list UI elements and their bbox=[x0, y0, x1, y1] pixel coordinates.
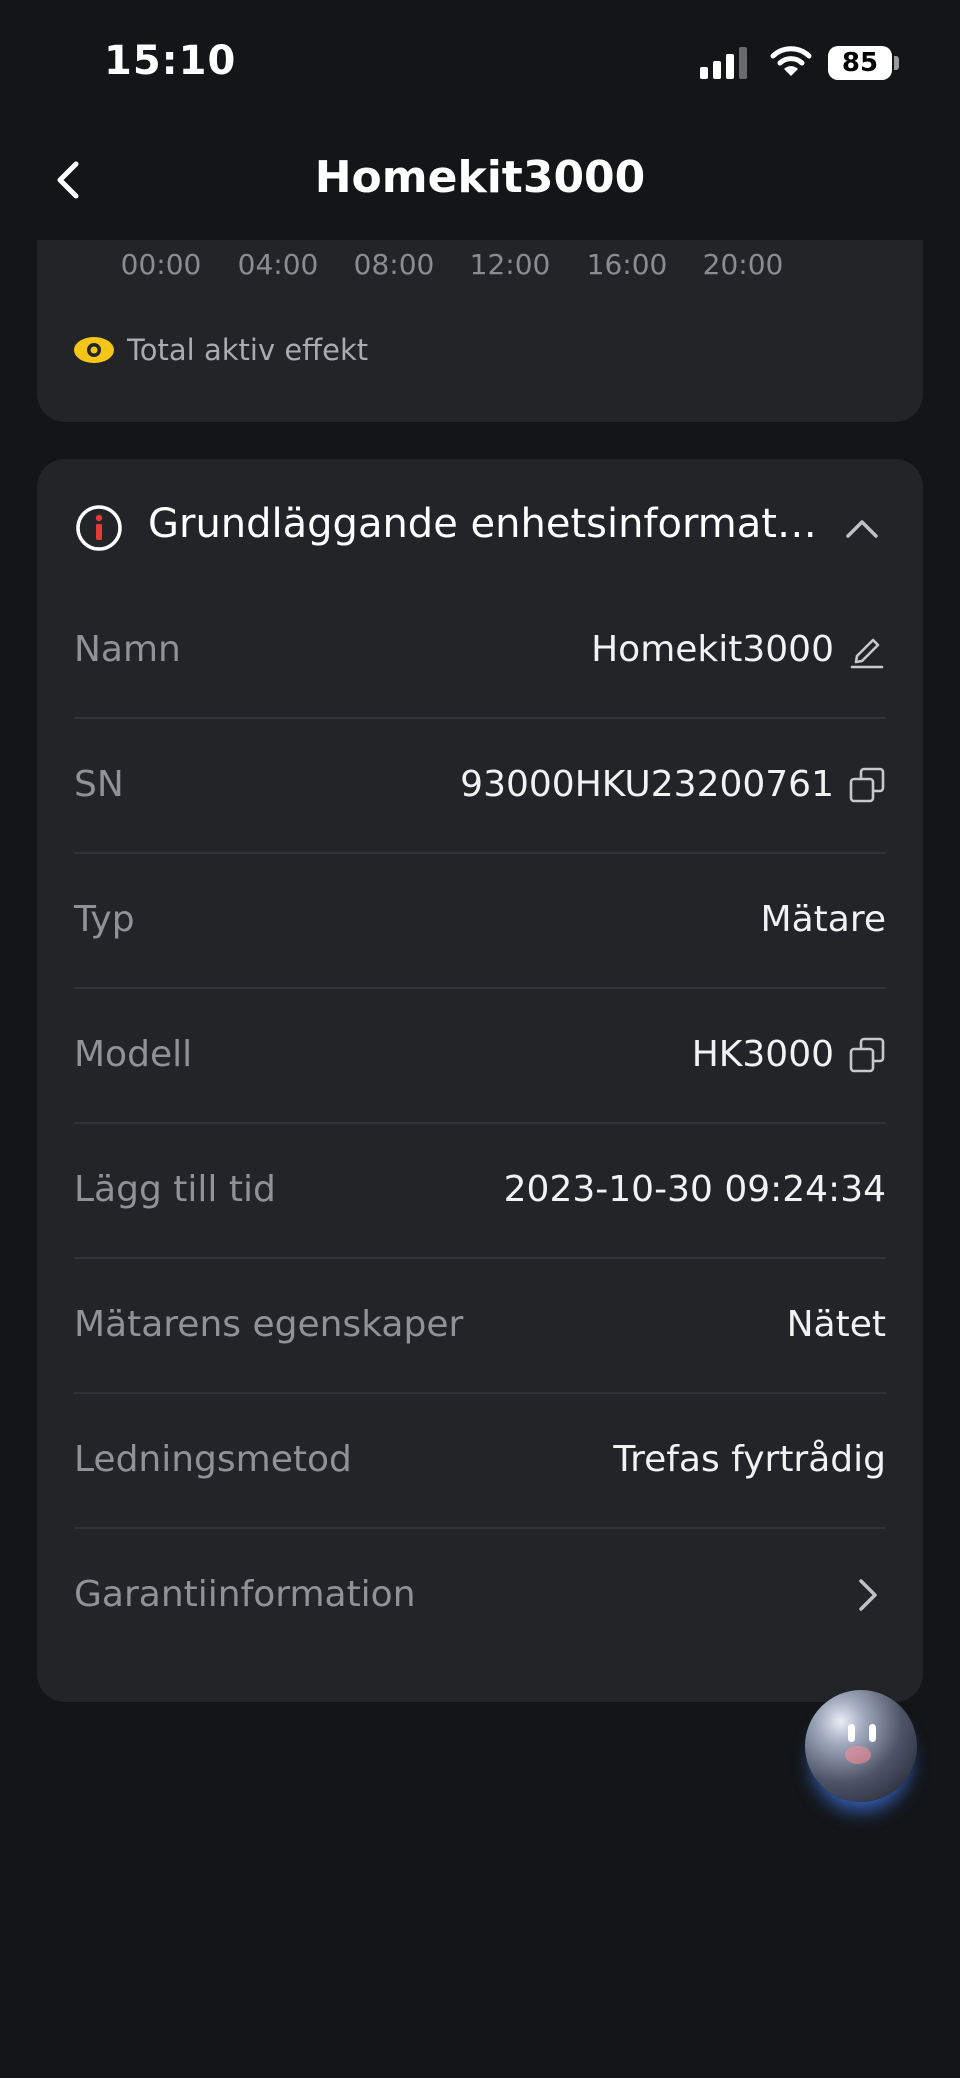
status-bar: 15:10 85 bbox=[0, 0, 960, 120]
x-tick-0000: 00:00 bbox=[120, 248, 202, 281]
added-time-label: Lägg till tid bbox=[74, 1169, 276, 1210]
model-label: Modell bbox=[74, 1034, 193, 1075]
edit-icon[interactable] bbox=[848, 631, 886, 669]
sn-value: 93000HKU23200761 bbox=[460, 764, 834, 805]
warranty-value-group bbox=[834, 1527, 886, 1662]
copy-icon[interactable] bbox=[848, 766, 886, 804]
page-title: Homekit3000 bbox=[314, 152, 646, 203]
info-row-type: Typ Mätare bbox=[74, 852, 886, 989]
type-value-group: Mätare bbox=[761, 852, 886, 987]
added-time-value: 2023-10-30 09:24:34 bbox=[503, 1169, 886, 1210]
navigation-bar: Homekit3000 bbox=[0, 120, 960, 240]
x-tick-2000: 20:00 bbox=[702, 248, 784, 281]
wifi-icon bbox=[770, 46, 812, 76]
chevron-up-icon[interactable] bbox=[842, 509, 882, 549]
status-time: 15:10 bbox=[104, 38, 237, 84]
signal-icon bbox=[700, 47, 750, 79]
info-row-wiring-method: Ledningsmetod Trefas fyrtrådig bbox=[74, 1392, 886, 1529]
battery-icon: 85 bbox=[828, 46, 892, 80]
assistant-blush bbox=[845, 1746, 871, 1764]
copy-icon[interactable] bbox=[848, 1036, 886, 1074]
meter-properties-value: Nätet bbox=[786, 1304, 886, 1345]
wiring-method-value: Trefas fyrtrådig bbox=[613, 1439, 886, 1480]
info-icon bbox=[76, 505, 122, 551]
added-time-value-group: 2023-10-30 09:24:34 bbox=[504, 1122, 886, 1257]
assistant-left-eye bbox=[848, 1724, 855, 1742]
info-row-sn: SN 93000HKU23200761 bbox=[74, 717, 886, 854]
model-value: HK3000 bbox=[691, 1034, 834, 1075]
info-row-name: Namn Homekit3000 bbox=[74, 582, 886, 719]
assistant-bubble-button[interactable] bbox=[805, 1690, 917, 1802]
name-label: Namn bbox=[74, 629, 181, 670]
x-tick-0800: 08:00 bbox=[353, 248, 435, 281]
info-row-added-time: Lägg till tid 2023-10-30 09:24:34 bbox=[74, 1122, 886, 1259]
device-info-header[interactable]: Grundläggande enhetsinformat… bbox=[37, 459, 923, 589]
chart-x-axis: 00:00 04:00 08:00 12:00 16:00 20:00 bbox=[37, 248, 923, 288]
info-row-model: Modell HK3000 bbox=[74, 987, 886, 1124]
model-value-group: HK3000 bbox=[692, 987, 886, 1122]
legend-label: Total aktiv effekt bbox=[127, 333, 369, 367]
info-row-meter-properties: Mätarens egenskaper Nätet bbox=[74, 1257, 886, 1394]
name-value-group: Homekit3000 bbox=[591, 582, 886, 717]
wiring-method-label: Ledningsmetod bbox=[74, 1439, 352, 1480]
info-row-warranty[interactable]: Garantiinformation bbox=[74, 1527, 886, 1662]
device-info-card: Grundläggande enhetsinformat… Namn Homek… bbox=[37, 459, 923, 1702]
x-tick-0400: 04:00 bbox=[237, 248, 319, 281]
type-value: Mätare bbox=[760, 899, 886, 940]
type-label: Typ bbox=[74, 899, 135, 940]
sn-label: SN bbox=[74, 764, 124, 805]
meter-properties-value-group: Nätet bbox=[787, 1257, 886, 1392]
battery-tip bbox=[894, 56, 899, 70]
meter-properties-label: Mätarens egenskaper bbox=[74, 1304, 464, 1345]
wiring-method-value-group: Trefas fyrtrådig bbox=[613, 1392, 886, 1527]
x-tick-1200: 12:00 bbox=[469, 248, 551, 281]
x-tick-1600: 16:00 bbox=[586, 248, 668, 281]
sn-value-group: 93000HKU23200761 bbox=[460, 717, 886, 852]
warranty-label: Garantiinformation bbox=[74, 1574, 416, 1615]
chart-legend[interactable]: Total aktiv effekt bbox=[73, 330, 368, 370]
name-value: Homekit3000 bbox=[591, 629, 834, 670]
chevron-right-icon[interactable] bbox=[848, 1576, 886, 1614]
device-info-title: Grundläggande enhetsinformat… bbox=[148, 501, 817, 547]
eye-icon[interactable] bbox=[73, 336, 115, 364]
assistant-right-eye bbox=[869, 1724, 876, 1742]
